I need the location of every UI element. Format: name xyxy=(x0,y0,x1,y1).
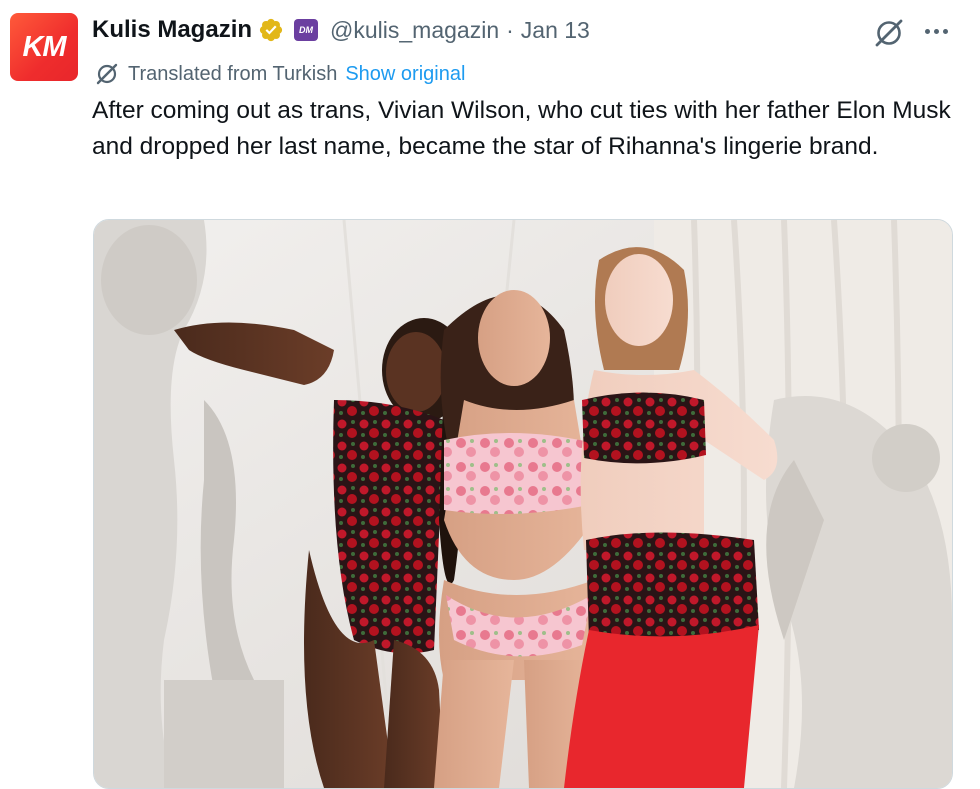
affiliate-badge[interactable]: DM xyxy=(294,19,319,41)
tweet-date[interactable]: Jan 13 xyxy=(521,17,590,44)
user-handle[interactable]: @kulis_magazin xyxy=(330,17,499,44)
display-name[interactable]: Kulis Magazin xyxy=(92,16,252,44)
separator-dot: · xyxy=(506,16,514,43)
tweet-text: After coming out as trans, Vivian Wilson… xyxy=(92,97,951,160)
photo-illustration xyxy=(94,220,952,788)
tweet-header: Kulis Magazin DM @kulis_magazin · Jan 13 xyxy=(92,13,590,47)
show-original-link[interactable]: Show original xyxy=(345,63,465,86)
tweet-card[interactable]: KM Kulis Magazin DM @kulis_magazin · Jan… xyxy=(0,0,980,789)
grok-icon[interactable] xyxy=(872,16,906,50)
affiliate-badge-text: DM xyxy=(299,25,314,35)
more-options-icon[interactable] xyxy=(920,16,952,46)
avatar-logo-text: KM xyxy=(22,30,66,63)
translation-row: Translated from Turkish Show original xyxy=(94,60,465,88)
translated-from-label: Translated from Turkish xyxy=(128,62,338,85)
verified-badge-icon[interactable] xyxy=(258,17,284,43)
translate-icon xyxy=(94,61,120,87)
avatar[interactable]: KM xyxy=(10,13,78,81)
tweet-media-photo[interactable] xyxy=(93,219,953,789)
